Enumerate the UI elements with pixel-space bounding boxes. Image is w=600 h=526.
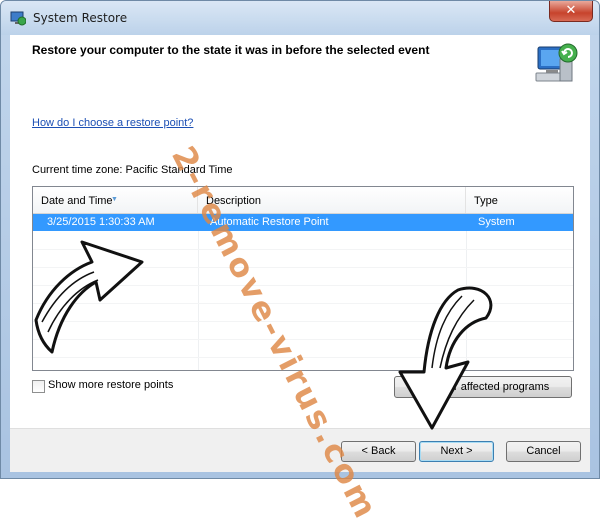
column-header-date-label: Date and Time xyxy=(41,195,113,207)
system-restore-app-icon xyxy=(10,11,26,26)
timezone-label: Current time zone: Pacific Standard Time xyxy=(32,164,233,176)
column-header-date[interactable]: ▼ Date and Time xyxy=(33,187,198,213)
row-divider xyxy=(33,267,573,268)
cell-type: System xyxy=(478,216,515,228)
next-button[interactable]: Next > xyxy=(419,441,494,462)
window-title: System Restore xyxy=(33,11,128,25)
system-restore-icon xyxy=(535,43,578,82)
table-row[interactable]: 3/25/2015 1:30:33 AM Automatic Restore P… xyxy=(33,214,573,231)
show-more-label: Show more restore points xyxy=(48,379,174,391)
table-header: ▼ Date and Time Description Type xyxy=(33,187,573,214)
column-divider xyxy=(198,231,199,370)
cell-date: 3/25/2015 1:30:33 AM xyxy=(47,216,155,228)
sort-arrow-icon: ▼ xyxy=(111,196,118,203)
scan-affected-programs-button[interactable]: Scan for affected programs xyxy=(394,376,572,398)
help-link[interactable]: How do I choose a restore point? xyxy=(32,117,193,129)
row-divider xyxy=(33,321,573,322)
row-divider xyxy=(33,285,573,286)
title-bar[interactable]: System Restore ✕ xyxy=(1,1,599,35)
row-divider xyxy=(33,339,573,340)
show-more-checkbox[interactable] xyxy=(32,380,45,393)
cancel-button[interactable]: Cancel xyxy=(506,441,581,462)
footer: < Back Next > Cancel xyxy=(10,428,590,472)
system-restore-window: System Restore ✕ Restore your computer t… xyxy=(0,0,600,479)
row-divider xyxy=(33,303,573,304)
header-panel: Restore your computer to the state it wa… xyxy=(10,35,590,94)
page-title: Restore your computer to the state it wa… xyxy=(32,43,430,57)
close-button[interactable]: ✕ xyxy=(549,1,593,22)
content-panel: How do I choose a restore point? Current… xyxy=(10,93,590,428)
column-header-description[interactable]: Description xyxy=(198,187,466,213)
row-divider xyxy=(33,357,573,358)
back-button[interactable]: < Back xyxy=(341,441,416,462)
column-header-type-label: Type xyxy=(474,195,498,207)
column-divider xyxy=(466,231,467,370)
column-header-type[interactable]: Type xyxy=(466,187,573,213)
row-divider xyxy=(33,249,573,250)
column-header-description-label: Description xyxy=(206,195,262,207)
restore-points-table[interactable]: ▼ Date and Time Description Type 3/25/20… xyxy=(32,186,574,371)
cell-description: Automatic Restore Point xyxy=(210,216,329,228)
